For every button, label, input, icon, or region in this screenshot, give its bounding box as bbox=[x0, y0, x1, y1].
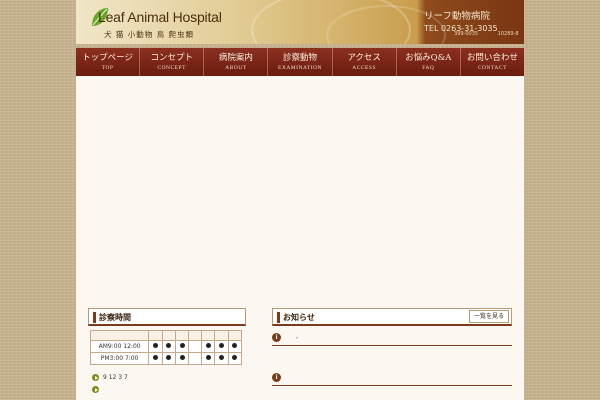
nav-label: 病院案内 bbox=[218, 52, 253, 63]
day-cell bbox=[148, 340, 163, 353]
nav-label: お悩みQ&A bbox=[405, 52, 452, 63]
header-small-right: 10289-8 bbox=[497, 31, 519, 37]
hours-title: 診察時間 bbox=[99, 313, 131, 322]
open-dot-icon bbox=[232, 355, 238, 360]
header-cell bbox=[188, 330, 202, 341]
open-dot-icon bbox=[232, 343, 238, 348]
header-cell bbox=[148, 330, 163, 341]
hours-row: AM9:00 12:00 bbox=[89, 340, 243, 353]
day-cell bbox=[200, 340, 216, 353]
news-section-header: お知らせ 一覧を見る bbox=[272, 308, 512, 326]
header-cell bbox=[214, 330, 229, 341]
day-cell bbox=[227, 352, 243, 365]
header-small-text: 399-0035 10289-8 bbox=[454, 31, 519, 37]
logo-title[interactable]: Leaf Animal Hospital bbox=[98, 9, 222, 25]
hours-note: 9 12 3 7 bbox=[92, 374, 128, 381]
open-dot-icon bbox=[218, 343, 224, 348]
title-bar bbox=[277, 312, 280, 323]
nav-sublabel: CONCEPT bbox=[157, 64, 186, 71]
header-cell bbox=[89, 330, 150, 341]
open-dot-icon bbox=[205, 343, 211, 348]
hours-note bbox=[92, 386, 103, 393]
nav-item-faq[interactable]: お悩みQ&A FAQ bbox=[397, 48, 461, 76]
open-dot-icon bbox=[205, 355, 211, 360]
open-dot-icon bbox=[179, 355, 185, 360]
nav-item-concept[interactable]: コンセプト CONCEPT bbox=[140, 48, 205, 76]
open-dot-icon bbox=[152, 343, 158, 348]
hours-label: AM9:00 12:00 bbox=[89, 340, 150, 353]
info-icon: i bbox=[272, 333, 281, 342]
hours-label: PM3:00 7:00 bbox=[89, 352, 150, 365]
news-item[interactable]: i , bbox=[272, 332, 512, 346]
logo-subtitle: 犬 猫 小動物 鳥 爬虫類 bbox=[104, 30, 195, 39]
day-cell bbox=[161, 352, 176, 365]
arrow-right-icon bbox=[92, 386, 99, 393]
arrow-right-icon bbox=[92, 374, 99, 381]
open-dot-icon bbox=[166, 355, 172, 360]
nav-label: コンセプト bbox=[150, 52, 193, 63]
nav-item-examination[interactable]: 診察動物 EXAMINATION bbox=[268, 48, 333, 76]
day-cell bbox=[200, 352, 216, 365]
hours-section-header: 診察時間 bbox=[88, 308, 246, 326]
day-cell bbox=[227, 340, 243, 353]
day-cell bbox=[161, 340, 176, 353]
day-cell bbox=[188, 352, 202, 365]
hours-note-text: 9 12 3 7 bbox=[103, 374, 128, 381]
postal-code: 399-0035 bbox=[454, 31, 479, 37]
day-cell bbox=[214, 352, 229, 365]
nav-sublabel: ACCESS bbox=[352, 64, 377, 71]
day-cell bbox=[174, 340, 190, 353]
title-bar bbox=[93, 312, 96, 323]
day-cell bbox=[214, 340, 229, 353]
nav-label: アクセス bbox=[347, 52, 381, 63]
day-cell bbox=[188, 340, 202, 353]
hospital-name: リーフ動物病院 bbox=[424, 11, 490, 22]
nav-label: お問い合わせ bbox=[466, 52, 518, 63]
open-dot-icon bbox=[152, 355, 158, 360]
nav-item-access[interactable]: アクセス ACCESS bbox=[333, 48, 397, 76]
nav-sublabel: FAQ bbox=[422, 64, 435, 71]
site-header: Leaf Animal Hospital 犬 猫 小動物 鳥 爬虫類 リーフ動物… bbox=[76, 0, 524, 44]
nav-sublabel: TOP bbox=[101, 64, 114, 71]
news-item[interactable]: i bbox=[272, 372, 512, 386]
header-contact: リーフ動物病院 TEL 0263-31-3035 bbox=[424, 8, 498, 33]
open-dot-icon bbox=[218, 355, 224, 360]
day-cell bbox=[174, 352, 190, 365]
header-cell bbox=[200, 330, 216, 341]
header-cell bbox=[161, 330, 176, 341]
nav-sublabel: EXAMINATION bbox=[277, 64, 322, 71]
info-icon: i bbox=[272, 373, 281, 382]
nav-label: トップページ bbox=[82, 52, 133, 63]
view-all-news-button[interactable]: 一覧を見る bbox=[468, 310, 509, 323]
nav-item-about[interactable]: 病院案内 ABOUT bbox=[204, 48, 269, 76]
hours-table: AM9:00 12:00 PM3:00 7:00 bbox=[89, 330, 243, 365]
header-cell bbox=[174, 330, 190, 341]
hours-row: PM3:00 7:00 bbox=[89, 352, 243, 365]
nav-item-top[interactable]: トップページ TOP bbox=[76, 48, 141, 76]
open-dot-icon bbox=[166, 343, 172, 348]
nav-label: 診察動物 bbox=[282, 52, 317, 63]
nav-sublabel: CONTACT bbox=[477, 64, 507, 71]
header-cell bbox=[227, 330, 243, 341]
nav-item-contact[interactable]: お問い合わせ CONTACT bbox=[461, 48, 524, 76]
main-nav: トップページ TOP コンセプト CONCEPT 病院案内 ABOUT 診察動物… bbox=[76, 48, 524, 76]
day-cell bbox=[148, 352, 163, 365]
hours-header-row bbox=[89, 330, 243, 341]
news-title: お知らせ bbox=[283, 313, 315, 322]
news-text: , bbox=[296, 333, 298, 340]
open-dot-icon bbox=[179, 343, 185, 348]
nav-sublabel: ABOUT bbox=[225, 64, 247, 71]
